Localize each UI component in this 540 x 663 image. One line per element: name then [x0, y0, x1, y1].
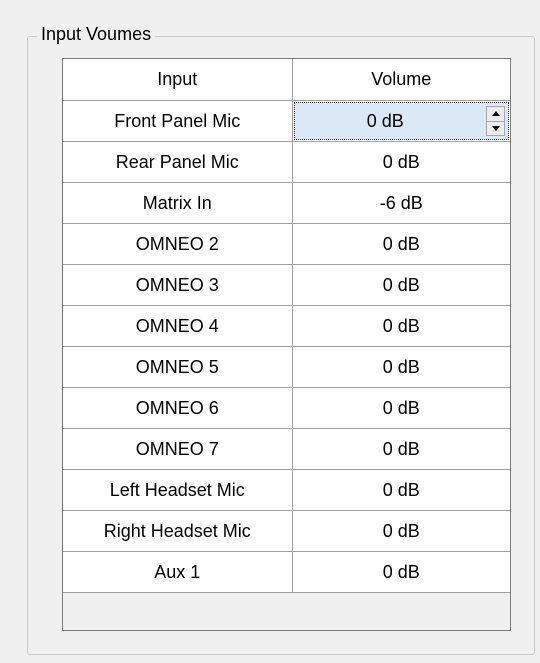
input-name-cell: Front Panel Mic [63, 100, 293, 142]
volume-cell[interactable]: 0 dB [291, 264, 510, 306]
input-volumes-grid[interactable]: Input Volume Front Panel Mic 0 dB Rear P… [62, 58, 511, 631]
spin-up-button[interactable] [487, 107, 504, 121]
input-volumes-table: Input Volume Front Panel Mic 0 dB Rear P… [63, 59, 510, 593]
triangle-down-icon [491, 125, 500, 131]
column-header-volume[interactable]: Volume [291, 59, 510, 101]
table-row[interactable]: Left Headset Mic 0 dB [63, 469, 510, 511]
input-name-cell: OMNEO 6 [63, 387, 293, 429]
input-name-cell: OMNEO 5 [63, 346, 293, 388]
volume-cell[interactable]: 0 dB [291, 305, 510, 347]
volume-cell[interactable]: -6 dB [291, 182, 510, 224]
volume-cell[interactable]: 0 dB [291, 223, 510, 265]
table-row[interactable]: OMNEO 3 0 dB [63, 264, 510, 306]
volume-cell[interactable]: 0 dB [291, 141, 510, 183]
table-row[interactable]: OMNEO 5 0 dB [63, 346, 510, 388]
input-name-cell: Left Headset Mic [63, 469, 293, 511]
spin-buttons [486, 106, 505, 136]
volume-cell[interactable]: 0 dB [291, 510, 510, 552]
table-row[interactable]: OMNEO 4 0 dB [63, 305, 510, 347]
volume-cell[interactable]: 0 dB [291, 551, 510, 593]
input-name-cell: Right Headset Mic [63, 510, 293, 552]
table-row[interactable]: Matrix In -6 dB [63, 182, 510, 224]
table-row[interactable]: Right Headset Mic 0 dB [63, 510, 510, 552]
table-row[interactable]: Front Panel Mic 0 dB [63, 100, 510, 142]
input-name-cell: OMNEO 4 [63, 305, 293, 347]
triangle-up-icon [491, 111, 500, 117]
input-name-cell: Aux 1 [63, 551, 293, 593]
input-name-cell: Rear Panel Mic [63, 141, 293, 183]
table-row[interactable]: OMNEO 6 0 dB [63, 387, 510, 429]
volume-cell[interactable]: 0 dB [291, 469, 510, 511]
table-row[interactable]: Rear Panel Mic 0 dB [63, 141, 510, 183]
input-name-cell: OMNEO 2 [63, 223, 293, 265]
table-row[interactable]: Aux 1 0 dB [63, 551, 510, 593]
volume-spinbox-value[interactable]: 0 dB [295, 111, 487, 132]
table-row[interactable]: OMNEO 7 0 dB [63, 428, 510, 470]
volume-spinbox[interactable]: 0 dB [293, 102, 509, 140]
volume-cell[interactable]: 0 dB [291, 428, 510, 470]
spin-down-button[interactable] [487, 120, 504, 136]
column-header-input[interactable]: Input [63, 59, 293, 101]
header-row: Input Volume [63, 59, 510, 101]
input-name-cell: Matrix In [63, 182, 293, 224]
input-name-cell: OMNEO 7 [63, 428, 293, 470]
volume-cell[interactable]: 0 dB [291, 387, 510, 429]
groupbox-title: Input Voumes [37, 22, 156, 46]
input-name-cell: OMNEO 3 [63, 264, 293, 306]
volume-cell[interactable]: 0 dB [291, 346, 510, 388]
table-row[interactable]: OMNEO 2 0 dB [63, 223, 510, 265]
volume-cell-editing[interactable]: 0 dB [291, 100, 510, 142]
